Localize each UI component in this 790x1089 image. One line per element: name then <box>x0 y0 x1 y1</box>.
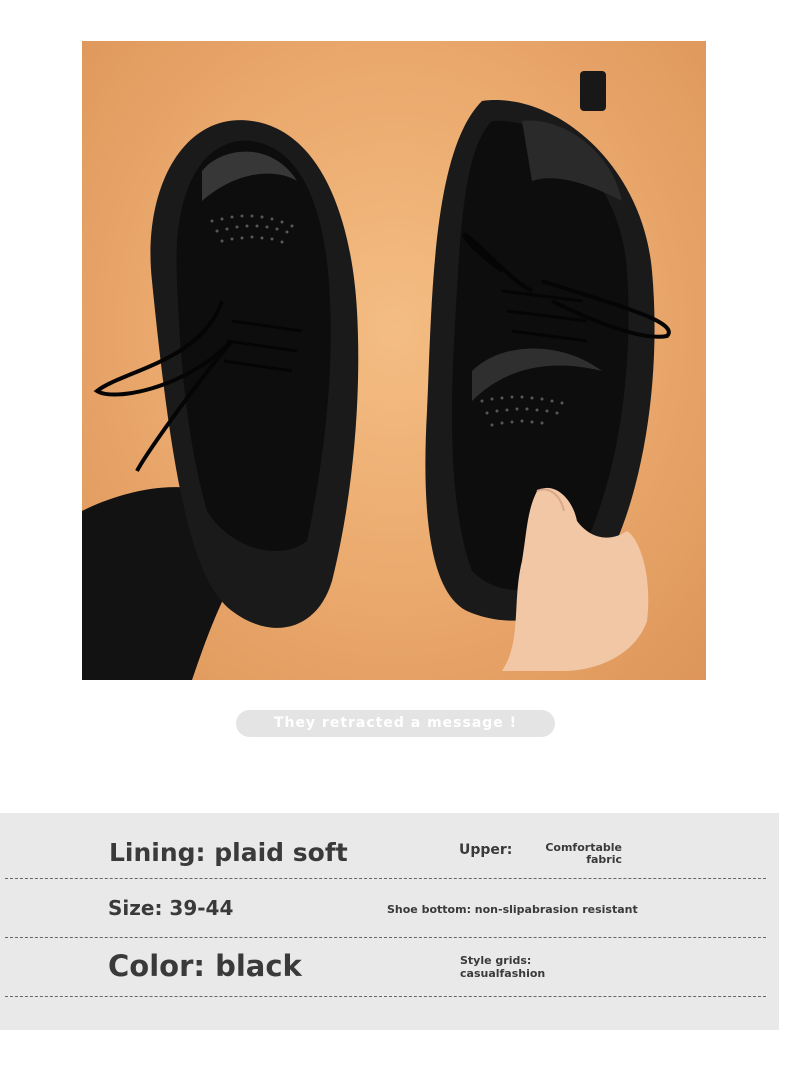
retracted-message-notice: They retracted a message ! <box>236 710 555 737</box>
style-value: casualfashion <box>460 967 546 980</box>
size-spec: Size: 39-44 <box>108 896 234 920</box>
product-photo <box>82 41 706 680</box>
divider <box>5 878 766 879</box>
style-label: Style grids: <box>460 954 532 967</box>
divider <box>5 937 766 938</box>
shoes-illustration <box>82 71 671 680</box>
color-spec: Color: black <box>108 949 302 983</box>
upper-value-line2: fabric <box>586 853 622 866</box>
lining-spec: Lining: plaid soft <box>109 838 348 867</box>
upper-label: Upper: <box>459 842 513 858</box>
divider <box>5 996 766 997</box>
shoe-bottom-spec: Shoe bottom: non-slipabrasion resistant <box>387 903 638 916</box>
